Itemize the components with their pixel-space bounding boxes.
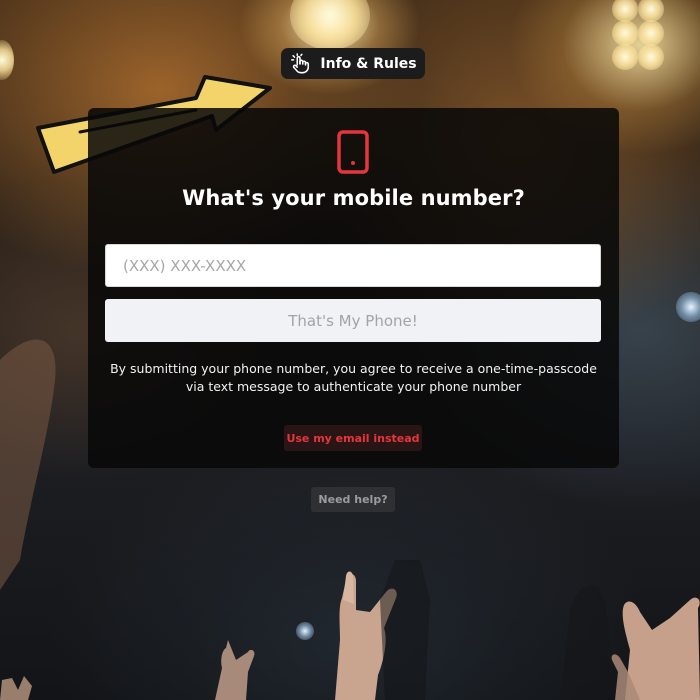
phone-login-card: What's your mobile number? That's My Pho… [88, 108, 619, 468]
sms-disclaimer-text: By submitting your phone number, you agr… [110, 361, 597, 394]
info-rules-button[interactable]: Info & Rules [281, 48, 425, 79]
concert-background: Info & Rules What's your mobile number? … [0, 0, 700, 700]
mobile-phone-icon [337, 130, 369, 174]
submit-phone-button[interactable]: That's My Phone! [105, 299, 601, 342]
use-email-button[interactable]: Use my email instead [284, 425, 422, 451]
phone-number-input[interactable] [105, 244, 601, 287]
hand-pointer-icon [289, 52, 311, 75]
page-title: What's your mobile number? [182, 186, 525, 210]
info-rules-label: Info & Rules [320, 55, 417, 72]
need-help-button[interactable]: Need help? [311, 487, 395, 512]
